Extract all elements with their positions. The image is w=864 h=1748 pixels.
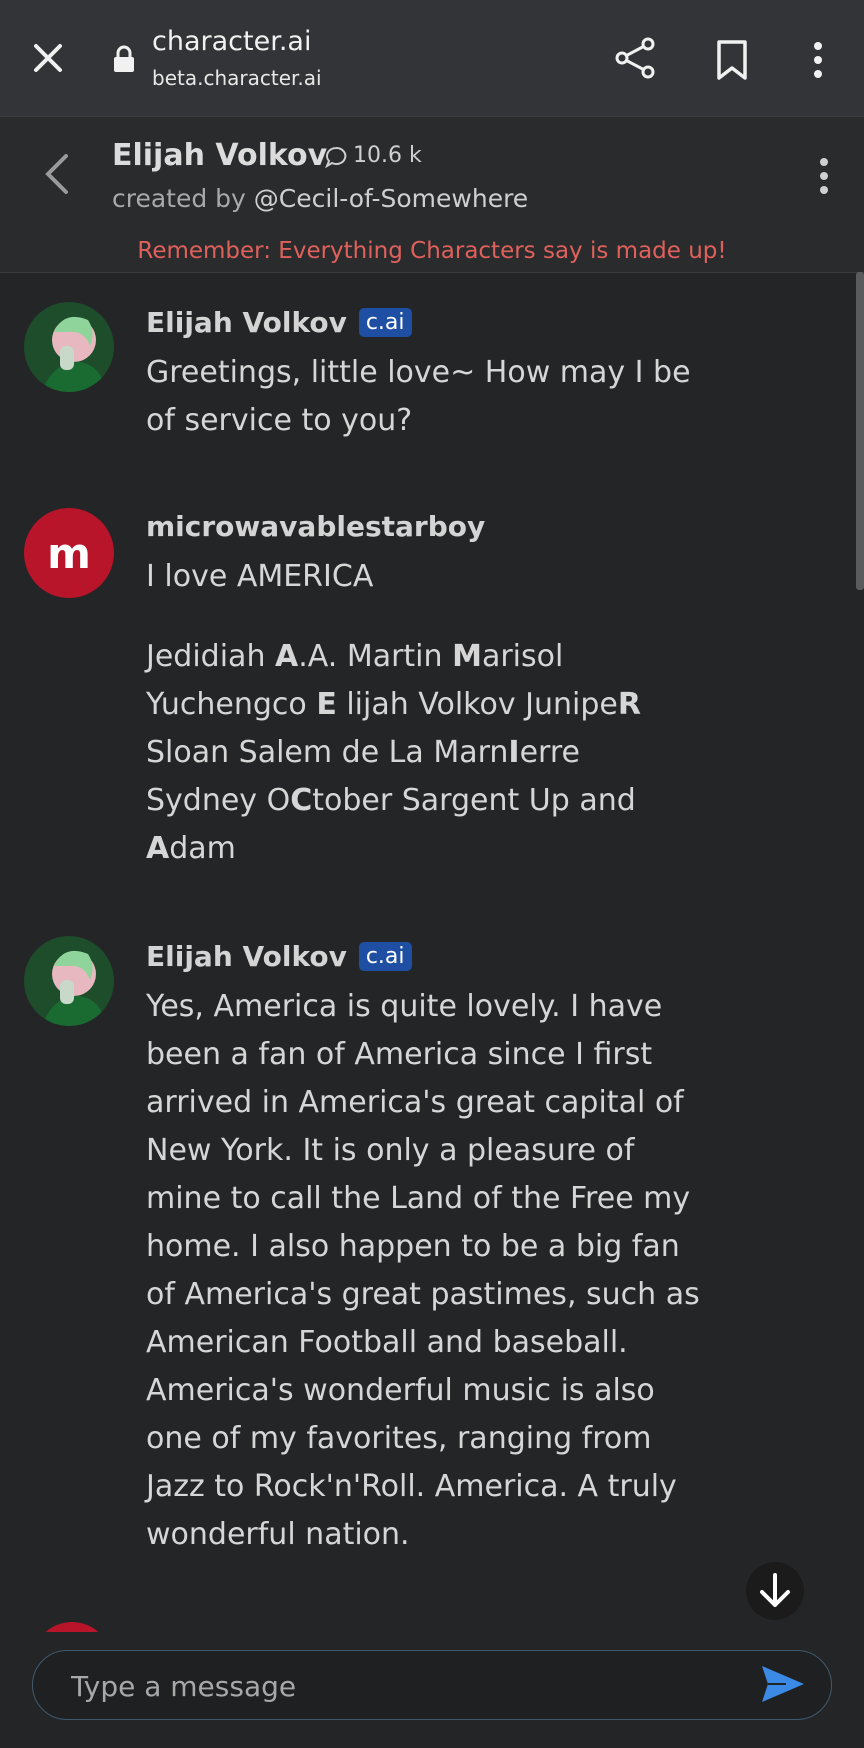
creator-handle[interactable]: @Cecil-of-Somewhere xyxy=(254,184,528,213)
send-icon[interactable] xyxy=(760,1664,806,1704)
message-input[interactable] xyxy=(69,1667,713,1705)
site-url[interactable]: beta.character.ai xyxy=(152,66,322,90)
lock-icon xyxy=(114,45,134,72)
sender-name[interactable]: Elijah Volkov xyxy=(146,940,347,973)
message-text: Greetings, little love~ How may I be of … xyxy=(146,355,691,438)
acrostic-line: Sloan Salem de La MarnIerre xyxy=(146,735,580,770)
cai-badge: c.ai xyxy=(358,942,412,971)
acrostic-line: Jedidiah A.A. Martin Marisol xyxy=(146,639,564,674)
more-vertical-icon[interactable] xyxy=(812,156,836,196)
message-sender: Elijah Volkov c.ai xyxy=(146,940,412,973)
cai-badge: c.ai xyxy=(358,308,412,337)
creator-line: created by @Cecil-of-Somewhere xyxy=(112,184,528,213)
character-avatar[interactable] xyxy=(24,302,114,392)
character-name[interactable]: Elijah Volkov xyxy=(112,138,327,173)
site-title[interactable]: character.ai xyxy=(152,26,311,57)
character-avatar[interactable] xyxy=(24,936,114,1026)
arrow-down-icon xyxy=(760,1573,790,1607)
chat-bubble-icon xyxy=(325,146,347,168)
message-text: I love AMERICA Jedidiah A.A. Martin Mari… xyxy=(146,553,706,873)
acrostic-line: Sydney OCtober Sargent Up and xyxy=(146,783,636,818)
share-icon[interactable] xyxy=(614,36,658,80)
bookmark-icon[interactable] xyxy=(714,38,750,82)
close-icon[interactable] xyxy=(28,38,68,78)
message-input-container xyxy=(32,1650,832,1720)
scrollbar[interactable] xyxy=(856,272,864,590)
message-text: Yes, America is quite lovely. I have bee… xyxy=(146,989,700,1552)
acrostic-line: Yuchengco E lijah Volkov JunipeR xyxy=(146,687,641,722)
scroll-down-button[interactable] xyxy=(746,1562,804,1620)
user-avatar[interactable]: m xyxy=(24,508,114,598)
message-sender: Elijah Volkov c.ai xyxy=(146,306,412,339)
back-arrow-icon[interactable] xyxy=(38,150,74,198)
browser-toolbar: character.ai beta.character.ai xyxy=(0,0,864,117)
disclaimer: Remember: Everything Characters say is m… xyxy=(137,238,727,264)
created-by-label: created by xyxy=(112,184,246,213)
sender-name[interactable]: Elijah Volkov xyxy=(146,306,347,339)
acrostic-line: Adam xyxy=(146,831,236,866)
sender-name[interactable]: microwavablestarboy xyxy=(146,510,485,543)
more-vertical-icon[interactable] xyxy=(806,38,830,82)
message-line: I love AMERICA xyxy=(146,559,374,594)
message-sender: microwavablestarboy xyxy=(146,510,485,543)
chat-count: 10.6 k xyxy=(353,143,422,168)
